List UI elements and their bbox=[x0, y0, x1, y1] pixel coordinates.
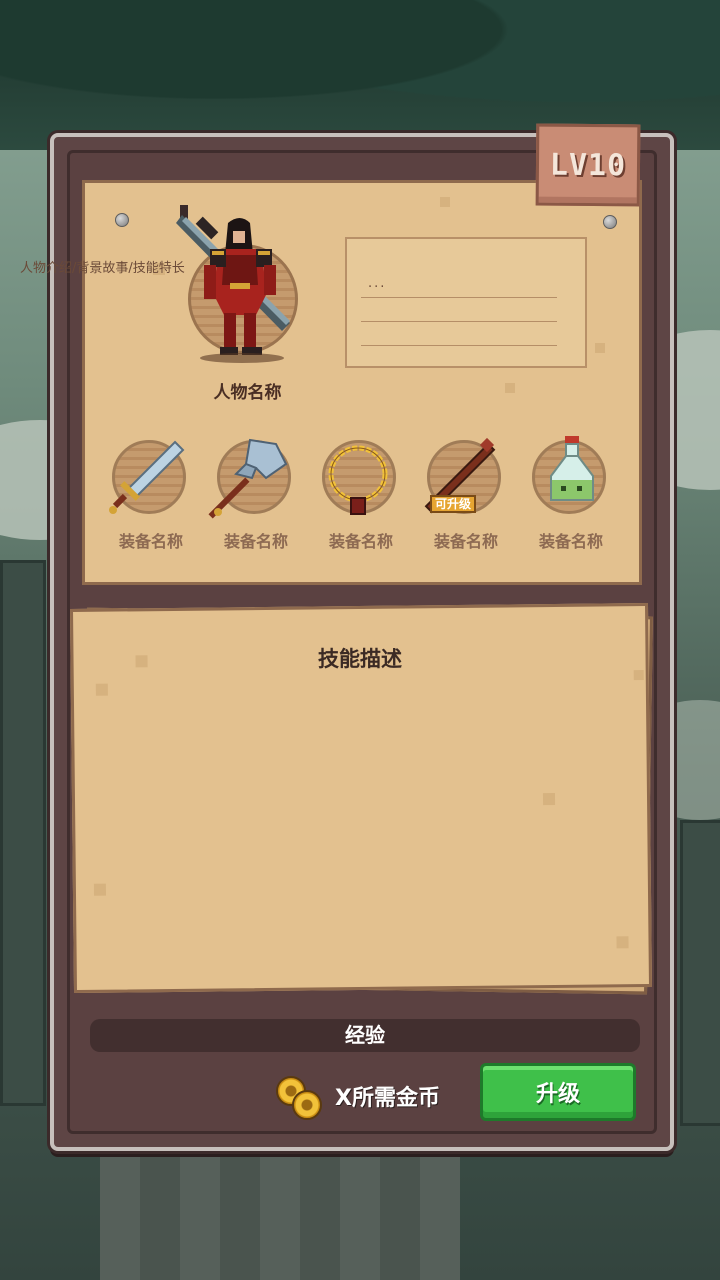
character-name: 人物名称 bbox=[213, 383, 282, 403]
battle-axe-icon bbox=[208, 438, 288, 519]
upgrade-button[interactable]: 升级 bbox=[480, 1063, 636, 1121]
character-description-box bbox=[345, 237, 587, 368]
level-label: LV10 bbox=[549, 147, 627, 183]
warrior-character-sprite bbox=[176, 205, 290, 363]
equipment-name: 装备名称 bbox=[118, 532, 183, 551]
character-description-more: ... bbox=[368, 276, 387, 291]
equipment-slot-5[interactable]: 装备名称 bbox=[516, 436, 626, 560]
experience-bar: 经验 bbox=[90, 1019, 640, 1052]
necklace-icon bbox=[328, 445, 388, 515]
equipment-name: 装备名称 bbox=[433, 532, 498, 551]
required-gold-text: X所需金币 bbox=[335, 1086, 440, 1111]
equipment-slot-3[interactable]: 装备名称 bbox=[306, 440, 416, 560]
equipment-slot-1[interactable]: 装备名称 bbox=[96, 440, 206, 560]
level-tag: LV10 bbox=[535, 123, 641, 207]
sword-icon bbox=[109, 440, 185, 514]
equipment-name: 装备名称 bbox=[328, 532, 393, 551]
upgradable-badge: 可升级 bbox=[430, 495, 477, 513]
skill-description-title: 技能描述 bbox=[318, 647, 402, 671]
equipment-slot-2[interactable]: 装备名称 bbox=[201, 438, 311, 560]
potion-icon bbox=[550, 436, 594, 501]
experience-label: 经验 bbox=[345, 1023, 385, 1047]
equipment-name: 装备名称 bbox=[223, 532, 288, 551]
character-description: 人物介绍/背景故事/技能特长 bbox=[20, 261, 185, 276]
upgrade-button-label: 升级 bbox=[535, 1082, 580, 1107]
equipment-name: 装备名称 bbox=[538, 532, 603, 551]
